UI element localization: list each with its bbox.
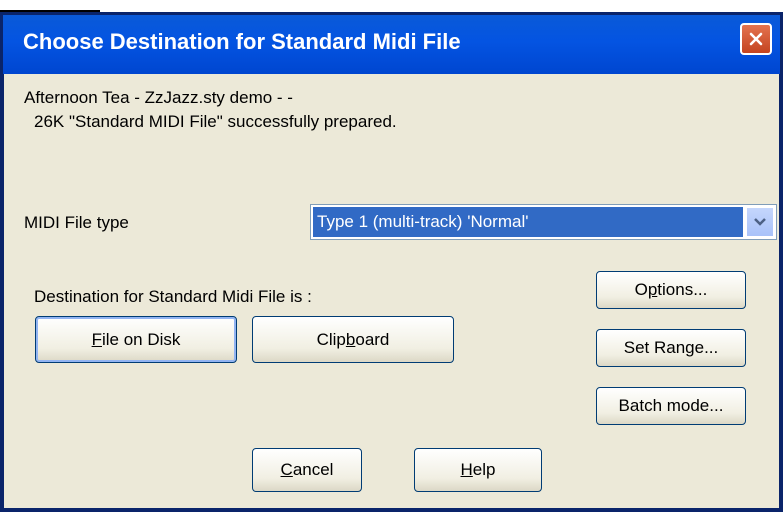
clipboard-label-pre: Clip [316,329,346,349]
batch-mode-button[interactable]: Batch mode... [596,387,746,425]
help-label: elp [472,460,496,479]
dialog-title: Choose Destination for Standard Midi Fil… [23,29,461,54]
message-line-2: 26K "Standard MIDI File" successfully pr… [34,112,397,131]
destination-label: Destination for Standard Midi File is : [34,287,312,306]
options-label-pre: O [634,280,648,299]
clipboard-label-rest: oard [355,329,390,349]
title-bar[interactable]: Choose Destination for Standard Midi Fil… [3,15,780,74]
options-label-rest: tions... [657,280,708,299]
midi-type-selected-value: Type 1 (multi-track) 'Normal' [313,207,743,237]
set-range-button[interactable]: Set Range... [596,329,746,367]
dropdown-arrow-button[interactable] [746,207,774,237]
help-button[interactable]: Help [414,448,542,492]
message-line-1: Afternoon Tea - ZzJazz.sty demo - - [24,88,293,107]
cancel-mnemonic: C [280,460,293,479]
options-button[interactable]: Op tions... [596,271,746,309]
file-on-disk-label: ile on Disk [101,329,181,349]
chevron-down-icon [754,218,766,226]
dialog-window: Choose Destination for Standard Midi Fil… [0,12,783,512]
midi-type-label: MIDI File type [24,213,129,232]
midi-type-select[interactable]: Type 1 (multi-track) 'Normal' [310,204,777,240]
clipboard-mnemonic: b [345,329,356,349]
file-on-disk-button[interactable]: File on Disk [35,316,237,363]
close-icon [749,32,763,46]
options-mnemonic: p [647,280,658,299]
dialog-body: Afternoon Tea - ZzJazz.sty demo - - 26K … [4,74,779,508]
top-strip [0,0,783,12]
close-button[interactable] [740,23,772,55]
help-mnemonic: H [460,460,473,479]
file-on-disk-mnemonic: F [91,329,102,349]
clipboard-button[interactable]: Clip b oard [252,316,454,363]
cancel-label: ancel [292,460,334,479]
cancel-button[interactable]: Cancel [252,448,362,492]
